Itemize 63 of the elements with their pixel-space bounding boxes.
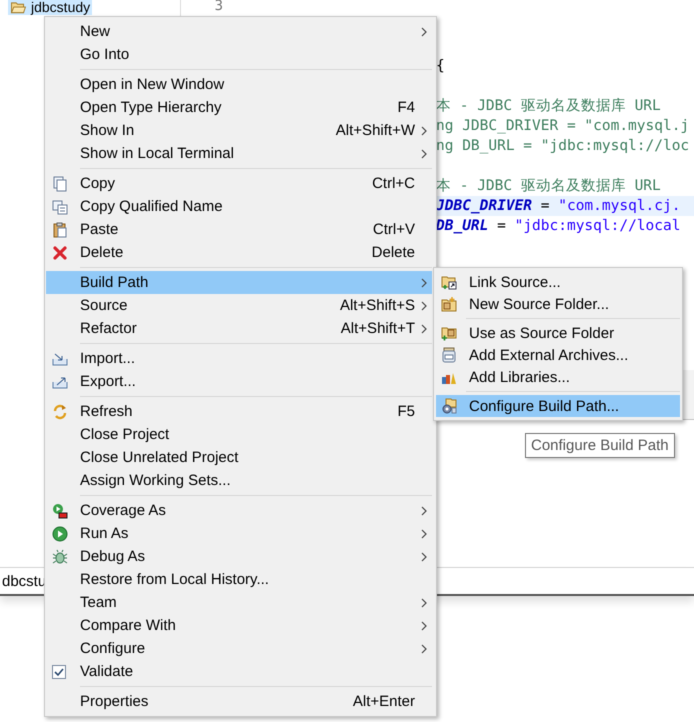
menu-item[interactable]: Run As <box>46 522 432 545</box>
menu-item[interactable]: New Source Folder... <box>436 293 680 315</box>
checkbox[interactable] <box>52 664 66 678</box>
menu-item[interactable]: Restore from Local History... <box>46 568 432 591</box>
menu-item[interactable]: Assign Working Sets... <box>46 469 432 492</box>
copy-icon <box>52 198 68 214</box>
menu-item[interactable]: Close Unrelated Project <box>46 446 432 469</box>
code-text: JDBC_DRIVER <box>436 198 532 214</box>
menu-item[interactable]: Configure <box>46 637 432 660</box>
code-text: "com.mysql.cj. <box>558 198 680 214</box>
coverage-icon <box>52 502 68 518</box>
clipboard-icon <box>52 222 68 238</box>
menu-item[interactable]: Import... <box>46 347 432 370</box>
copy-icon <box>52 176 68 192</box>
code-text: = <box>496 218 507 234</box>
code-text: DB_URL <box>436 218 488 234</box>
tooltip: Configure Build Path <box>525 433 675 458</box>
menu-item[interactable]: Refresh F5 <box>46 400 432 423</box>
menu-item[interactable]: Coverage As <box>46 499 432 522</box>
menu-item[interactable]: Properties Alt+Enter <box>46 690 432 713</box>
tree-item[interactable]: jdbcstudy <box>8 0 92 15</box>
delete-icon <box>52 244 68 260</box>
menu-item[interactable]: Paste Ctrl+V <box>46 218 432 241</box>
menu-item[interactable]: Add Libraries... <box>436 366 680 388</box>
code-text: ng JDBC_DRIVER = "com.mysql.j <box>436 118 690 134</box>
menu-item[interactable]: Go Into <box>46 43 432 66</box>
code-text: "jdbc:mysql://local <box>514 218 680 234</box>
menu-item[interactable]: Open Type Hierarchy F4 <box>46 96 432 119</box>
menu-item[interactable]: Close Project <box>46 423 432 446</box>
code-text: = <box>540 198 550 214</box>
package-folder-icon <box>441 325 457 341</box>
menu-item[interactable]: Link Source... <box>436 271 680 293</box>
code-text: { <box>436 58 445 74</box>
code-text: 本 - JDBC 驱动名及数据库 URL <box>436 98 661 114</box>
folder-icon <box>10 1 26 14</box>
refresh-icon <box>52 404 68 420</box>
menu-item[interactable]: New <box>46 20 432 43</box>
menu-item[interactable]: Show in Local Terminal <box>46 142 432 165</box>
gear-icon <box>441 398 457 414</box>
package-folder-icon <box>441 296 457 312</box>
play-icon <box>52 526 68 542</box>
menu-item[interactable]: Compare With <box>46 614 432 637</box>
folder-link-icon <box>441 274 457 290</box>
code-text: ng DB_URL = "jdbc:mysql://loc <box>436 138 690 154</box>
menu-item[interactable]: Configure Build Path... <box>436 395 680 417</box>
menu-item[interactable]: Build Path <box>46 271 432 294</box>
menu-item[interactable]: Copy Ctrl+C <box>46 172 432 195</box>
code-text: 本 - JDBC 驱动名及数据库 URL <box>436 178 661 194</box>
menu-item[interactable]: Validate <box>46 660 432 683</box>
menu-item[interactable]: Source Alt+Shift+S <box>46 294 432 317</box>
bug-icon <box>52 548 68 564</box>
menu-item[interactable]: Add External Archives... <box>436 344 680 366</box>
jar-icon <box>441 347 457 363</box>
menu-item[interactable]: Show In Alt+Shift+W <box>46 119 432 142</box>
import-icon <box>52 350 68 366</box>
menu-item[interactable]: Open in New Window <box>46 73 432 96</box>
menu-item[interactable]: Delete Delete <box>46 241 432 264</box>
menu-item[interactable]: Use as Source Folder <box>436 322 680 344</box>
menu-item[interactable]: Debug As <box>46 545 432 568</box>
menu-item[interactable]: Team <box>46 591 432 614</box>
menu-item[interactable]: Copy Qualified Name <box>46 195 432 218</box>
menu-item[interactable]: Export... <box>46 370 432 393</box>
menu-item[interactable]: Refactor Alt+Shift+T <box>46 317 432 340</box>
